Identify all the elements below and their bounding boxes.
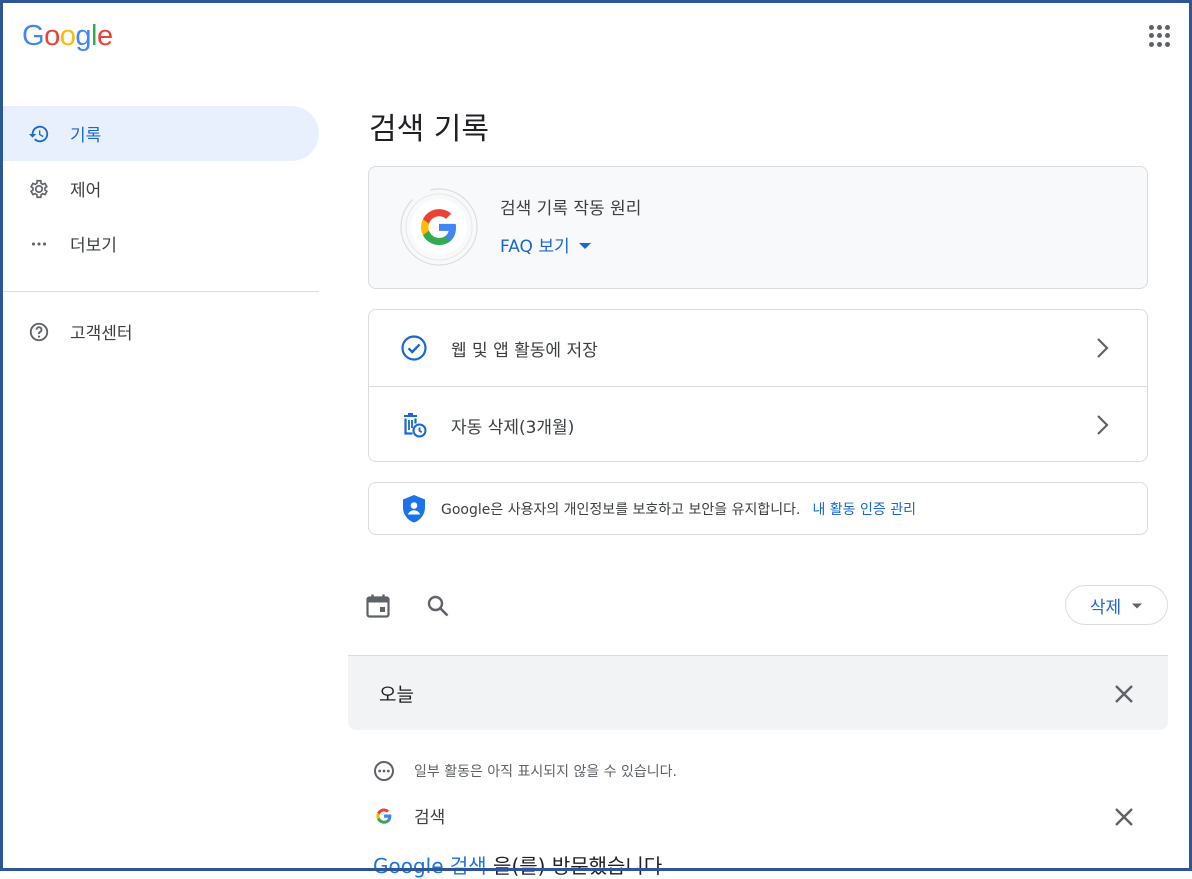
web-app-activity-label: 웹 및 앱 활동에 저장 [451,340,598,361]
auto-delete-icon [400,411,428,439]
delete-button-label: 삭제 [1089,597,1122,618]
sidebar: 기록 제어 더보기 고객센터 [3,106,319,359]
privacy-text: Google은 사용자의 개인정보를 보호하고 보안을 유지합니다. [441,501,801,518]
sidebar-item-more[interactable]: 더보기 [3,216,319,271]
today-section-header: 오늘 [348,656,1168,730]
manage-verification-link[interactable]: 내 활동 인증 관리 [812,499,916,519]
caret-down-icon [1131,595,1143,615]
sidebar-item-label: 더보기 [70,236,117,256]
google-g-icon [375,807,393,825]
pending-activity-notice: 일부 활동은 아직 표시되지 않을 수 있습니다. [373,760,677,782]
faq-title: 검색 기록 작동 원리 [500,199,642,219]
sidebar-item-label: 기록 [70,126,102,146]
more-circle-icon [373,760,395,782]
visit-entry: Google 검색 을(를) 방문했습니다 [373,850,662,879]
apps-grid-icon[interactable] [1148,24,1172,48]
search-icon[interactable] [426,594,450,618]
chevron-right-icon [1093,411,1113,439]
google-link[interactable]: Google [373,854,444,878]
close-icon[interactable] [1112,805,1136,829]
faq-link[interactable]: FAQ 보기 [500,232,592,257]
sidebar-divider [3,291,319,292]
search-link[interactable]: 검색 [450,854,487,878]
chevron-right-icon [1093,334,1113,362]
page-title: 검색 기록 [369,112,489,147]
privacy-card: Google은 사용자의 개인정보를 보호하고 보안을 유지합니다. 내 활동 … [368,482,1148,535]
activity-item-header: 검색 [375,803,445,828]
auto-delete-row[interactable]: 자동 삭제(3개월) [369,386,1147,463]
today-label: 오늘 [379,684,414,706]
gear-icon [27,177,51,201]
web-app-activity-row[interactable]: 웹 및 앱 활동에 저장 [369,310,1147,386]
faq-card: 검색 기록 작동 원리 FAQ 보기 [368,166,1148,289]
notice-text: 일부 활동은 아직 표시되지 않을 수 있습니다. [414,764,677,780]
sidebar-item-label: 제어 [70,181,102,201]
visit-suffix: 을(를) 방문했습니다 [486,854,663,878]
logo-letter: o [44,20,60,52]
logo-letter: g [75,20,91,52]
close-icon[interactable] [1112,682,1136,706]
more-horiz-icon [27,232,51,256]
sidebar-item-controls[interactable]: 제어 [3,161,319,216]
google-logo[interactable]: Google [22,20,113,53]
sidebar-item-history[interactable]: 기록 [3,106,319,161]
delete-dropdown-button[interactable]: 삭제 [1065,585,1168,625]
shield-user-icon [401,494,427,524]
google-g-logo-icon [399,187,479,267]
logo-letter: e [96,20,113,52]
help-icon [27,320,51,344]
check-circle-icon [400,334,428,362]
auto-delete-label: 자동 삭제(3개월) [451,417,575,438]
caret-down-icon [578,235,592,255]
settings-card: 웹 및 앱 활동에 저장 자동 삭제(3개월) [368,309,1148,462]
history-icon [27,122,51,146]
faq-link-label: FAQ 보기 [500,237,570,257]
logo-letter: G [22,20,45,52]
calendar-icon[interactable] [365,593,391,619]
logo-letter: o [59,20,76,52]
sidebar-item-label: 고객센터 [70,324,133,344]
sidebar-item-help[interactable]: 고객센터 [3,304,319,359]
activity-item-label: 검색 [414,808,446,828]
